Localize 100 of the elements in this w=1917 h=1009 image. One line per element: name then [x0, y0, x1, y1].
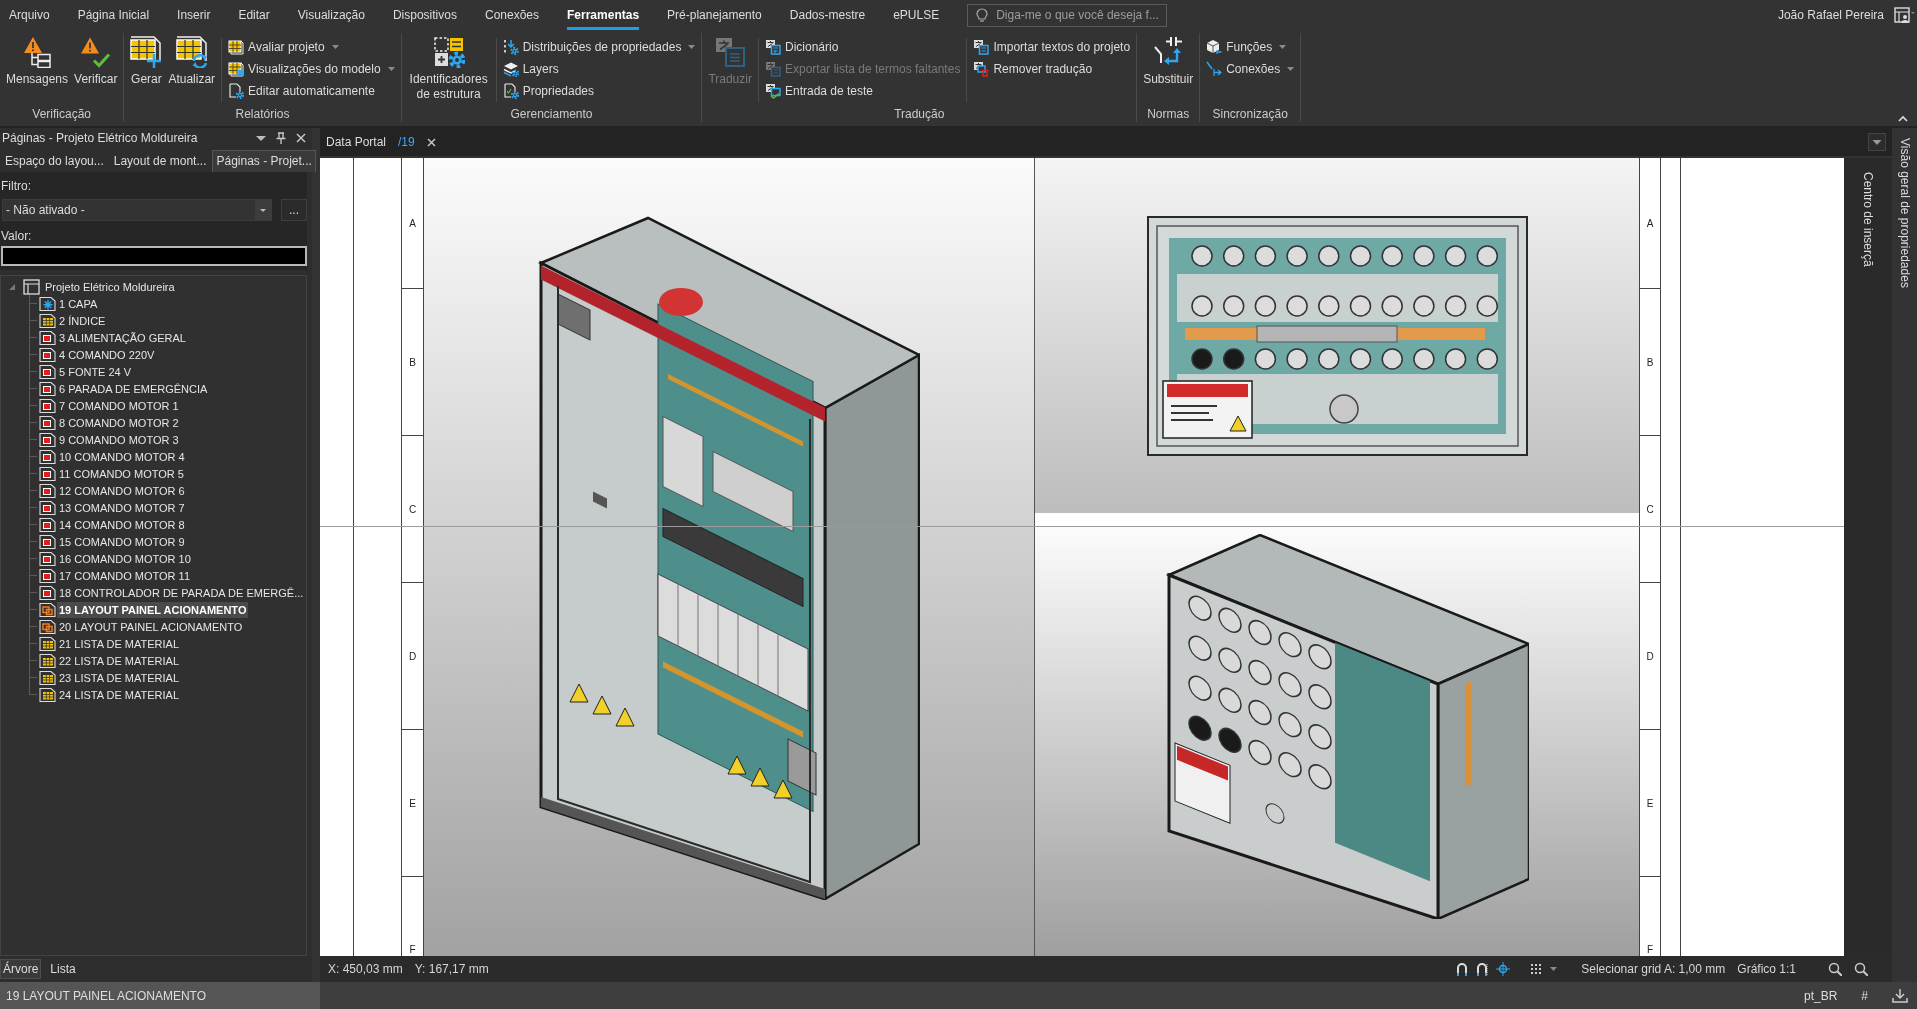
tree-item[interactable]: Projeto Elétrico Moldureira: [43, 278, 177, 295]
panel-tab[interactable]: Layout de mont...: [109, 150, 211, 172]
ribbon-button[interactable]: Gerar: [128, 34, 165, 89]
ribbon-button[interactable]: Verificar: [72, 34, 120, 89]
ribbon-button[interactable]: Funções: [1204, 37, 1297, 57]
menu-tab[interactable]: Conexões: [484, 0, 539, 30]
tree-item[interactable]: 2 ÍNDICE: [57, 312, 108, 329]
tree-item[interactable]: 5 FONTE 24 V: [57, 363, 134, 380]
more-button[interactable]: ...: [281, 199, 307, 221]
menu-tab[interactable]: Ferramentas: [567, 0, 640, 30]
menu-tab[interactable]: Pré-planejamento: [667, 0, 762, 30]
crosshair-icon[interactable]: [1496, 962, 1511, 976]
tree-item[interactable]: 16 COMANDO MOTOR 10: [57, 550, 193, 567]
caret-icon[interactable]: [256, 135, 266, 141]
ribbon-button[interactable]: Dicionário: [762, 37, 963, 57]
tree-item[interactable]: 20 LAYOUT PAINEL ACIONAMENTO: [57, 618, 245, 635]
value-field[interactable]: [1, 246, 307, 266]
document-gear-icon: [228, 83, 245, 99]
tree-item[interactable]: 1 CAPA: [57, 295, 100, 312]
row-label: A: [409, 217, 416, 229]
ribbon-button[interactable]: Atualizar: [166, 34, 218, 89]
tree-item[interactable]: 12 COMANDO MOTOR 6: [57, 482, 187, 499]
ribbon-button[interactable]: Identificadores de estrutura: [405, 34, 492, 104]
tree-item[interactable]: 18 CONTROLADOR DE PARADA DE EMERGÊ...: [57, 584, 306, 601]
panel-title: Páginas - Projeto Elétrico Moldureira: [2, 131, 199, 145]
hash-label: #: [1861, 988, 1868, 1003]
caret-icon[interactable]: [1550, 967, 1558, 971]
filter-dropdown[interactable]: - Não ativado -: [2, 199, 272, 221]
panel-tab[interactable]: Páginas - Projet...: [212, 150, 316, 172]
row-label: E: [409, 797, 416, 809]
document-gear-icon: [502, 83, 519, 99]
menu-tab[interactable]: Arquivo: [9, 0, 50, 30]
ribbon-button[interactable]: Conexões: [1204, 59, 1297, 79]
project-icon: [23, 278, 40, 295]
side-panel-tab[interactable]: Visão geral de propriedades: [1897, 138, 1912, 982]
menu-tab[interactable]: Editar: [238, 0, 270, 30]
tree-item[interactable]: 4 COMANDO 220V: [57, 346, 157, 363]
ribbon-button[interactable]: Entrada de teste: [762, 81, 963, 101]
ribbon-button[interactable]: Mensagens: [4, 34, 71, 89]
ribbon-button[interactable]: Distribuições de propriedades: [500, 37, 698, 57]
tree-item[interactable]: 15 COMANDO MOTOR 9: [57, 533, 187, 550]
ribbon-button[interactable]: Importar textos do projeto: [971, 37, 1133, 57]
row-label: C: [1646, 503, 1654, 515]
tree-item[interactable]: 6 PARADA DE EMERGÊNCIA: [57, 380, 210, 397]
caret-icon[interactable]: [1868, 133, 1886, 151]
tree-item[interactable]: 23 LISTA DE MATERIAL: [57, 669, 182, 686]
ribbon-button[interactable]: Substituir: [1141, 34, 1196, 89]
x-coordinate: X: 450,03 mm: [328, 962, 403, 976]
ribbon-button[interactable]: Layers: [500, 59, 698, 79]
expand-icon[interactable]: [9, 282, 16, 291]
menu-tab[interactable]: Dispositivos: [392, 0, 457, 30]
tree-item[interactable]: 11 COMANDO MOTOR 5: [57, 465, 186, 482]
panel-tab[interactable]: Espaço do layou...: [1, 150, 108, 172]
search-field[interactable]: Diga-me o que você deseja f...: [967, 3, 1168, 27]
download-icon[interactable]: [1892, 988, 1908, 1003]
tree-item[interactable]: 7 COMANDO MOTOR 1: [57, 397, 181, 414]
collapse-icon[interactable]: [1898, 115, 1908, 122]
magnet-icon[interactable]: [1476, 962, 1489, 976]
menu-tab[interactable]: Visualização: [297, 0, 365, 30]
group-label: Verificação: [31, 106, 93, 122]
tree-item[interactable]: 3 ALIMENTAÇÃO GERAL: [57, 329, 188, 346]
magnet-icon[interactable]: [1456, 962, 1469, 976]
magnifier-icon[interactable]: [1828, 962, 1842, 976]
tree-item[interactable]: 21 LISTA DE MATERIAL: [57, 635, 182, 652]
tree-item[interactable]: 8 COMANDO MOTOR 2: [57, 414, 181, 431]
field-label: Filtro:: [0, 179, 32, 193]
page-table-icon: [39, 636, 56, 651]
ribbon-button[interactable]: Propriedades: [500, 81, 698, 101]
grid-icon[interactable]: [1530, 963, 1543, 975]
row-label: B: [1646, 356, 1654, 368]
menu-tab[interactable]: Dados-mestre: [789, 0, 866, 30]
user-frame-icon[interactable]: [1894, 6, 1915, 24]
menu-tab[interactable]: ePULSE: [893, 0, 940, 30]
document-tab[interactable]: Data Portal: [326, 133, 387, 151]
ribbon-button[interactable]: Remover tradução: [971, 59, 1133, 79]
ribbon-button[interactable]: Avaliar projeto: [226, 37, 397, 57]
pin-icon[interactable]: [275, 132, 287, 144]
tree-item[interactable]: 24 LISTA DE MATERIAL: [57, 686, 182, 703]
close-icon[interactable]: [426, 137, 436, 147]
ribbon-button[interactable]: Editar automaticamente: [226, 81, 397, 101]
y-coordinate: Y: 167,17 mm: [414, 962, 489, 976]
tree-item[interactable]: 14 COMANDO MOTOR 8: [57, 516, 187, 533]
tree-item[interactable]: 10 COMANDO MOTOR 4: [57, 448, 187, 465]
document-tab[interactable]: /19: [398, 133, 415, 151]
side-panel-tab[interactable]: Centro de inserçã: [1860, 170, 1876, 269]
tree-item[interactable]: 9 COMANDO MOTOR 3: [57, 431, 181, 448]
menu-tab[interactable]: Inserir: [177, 0, 211, 30]
close-icon[interactable]: [296, 133, 306, 143]
menu-tab[interactable]: Página Inicial: [77, 0, 150, 30]
warning-boxes-icon: [23, 36, 51, 68]
ribbon-button[interactable]: Visualizações do modelo: [226, 59, 397, 79]
magnifier-icon[interactable]: [1854, 962, 1868, 976]
view-tab[interactable]: Árvore: [0, 959, 42, 979]
tree-item[interactable]: 17 COMANDO MOTOR 11: [57, 567, 192, 584]
documents-check-icon: [764, 83, 781, 99]
group-label: Gerenciamento: [509, 106, 594, 122]
tree-item[interactable]: 19 LAYOUT PAINEL ACIONAMENTO: [57, 601, 249, 618]
tree-item[interactable]: 13 COMANDO MOTOR 7: [57, 499, 187, 516]
tree-item[interactable]: 22 LISTA DE MATERIAL: [57, 652, 182, 669]
view-tab[interactable]: Lista: [47, 959, 79, 979]
